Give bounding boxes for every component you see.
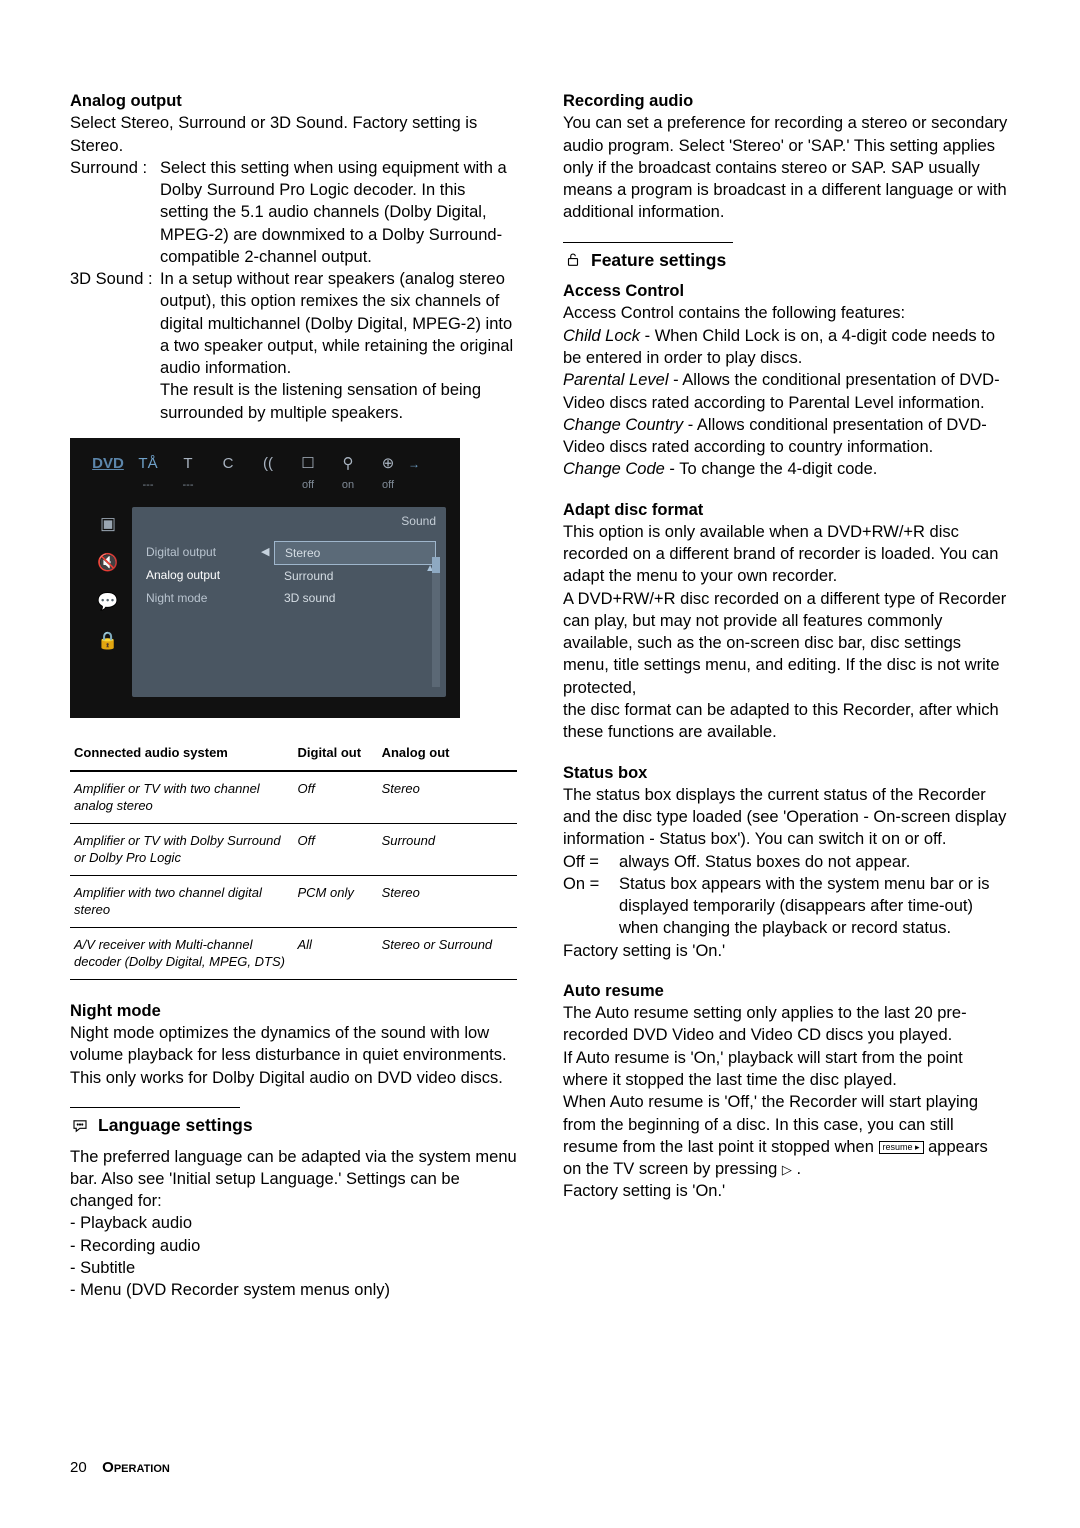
osd-tab: TÅ: [128, 454, 168, 474]
text-recording-audio: You can set a preference for recording a…: [563, 112, 1010, 223]
text-auto-3: When Auto resume is 'Off,' the Recorder …: [563, 1091, 1010, 1180]
heading-recording-audio: Recording audio: [563, 90, 1010, 112]
list-item: Playback audio: [70, 1212, 517, 1234]
section-name: Operation: [102, 1459, 170, 1476]
text-adapt-2: A DVD+RW/+R disc recorded on a different…: [563, 588, 1010, 699]
resume-icon-glyph: resume ▸: [879, 1141, 924, 1154]
osd-option: 3D sound: [274, 587, 436, 609]
sound-icon: 🔇: [97, 552, 118, 575]
picture-icon: ▣: [100, 513, 116, 536]
text-night-mode: Night mode optimizes the dynamics of the…: [70, 1022, 517, 1089]
table-header: Analog out: [378, 736, 517, 771]
heading-auto-resume: Auto resume: [563, 980, 1010, 1002]
label-change-code: Change Code: [563, 460, 665, 478]
heading-access-control: Access Control: [563, 280, 1010, 302]
table-header: Digital out: [294, 736, 378, 771]
osd-menu-item: Digital output: [146, 541, 266, 564]
osd-menu-item-selected: Analog output: [146, 564, 266, 587]
text-auto-1: The Auto resume setting only applies to …: [563, 1002, 1010, 1047]
osd-subtab: on: [328, 478, 368, 493]
osd-option: Surround: [274, 565, 436, 587]
osd-subtab: ---: [128, 478, 168, 493]
lock-icon: 🔒: [97, 630, 118, 653]
text-3dsound-1: In a setup without rear speakers (analog…: [160, 270, 513, 377]
text-status-foot: Factory setting is 'On.': [563, 940, 1010, 962]
section-language-settings: Language settings: [70, 1107, 517, 1138]
label-on: On =: [563, 873, 619, 940]
audio-system-table: Connected audio system Digital out Analo…: [70, 736, 517, 980]
osd-tab: ⊕: [368, 454, 408, 474]
osd-scrollbar: ▲: [432, 557, 440, 687]
label-change-country: Change Country: [563, 416, 683, 434]
osd-subtab: off: [368, 478, 408, 493]
osd-tab: T: [168, 454, 208, 474]
table-row: Amplifier or TV with two channel analog …: [70, 771, 517, 824]
intro-analog-output: Select Stereo, Surround or 3D Sound. Fac…: [70, 112, 517, 157]
table-header: Connected audio system: [70, 736, 294, 771]
label-surround: Surround :: [70, 157, 160, 268]
speech-bubble-icon: [70, 1116, 90, 1136]
table-row: Amplifier or TV with Dolby Surround or D…: [70, 823, 517, 875]
table-row: Amplifier with two channel digital stere…: [70, 875, 517, 927]
osd-tab: C: [208, 454, 248, 474]
text-auto-2: If Auto resume is 'On,' playback will st…: [563, 1047, 1010, 1092]
osd-tab: ☐: [288, 454, 328, 474]
section-feature-settings: Feature settings: [563, 242, 1010, 273]
text-3dsound-2: The result is the listening sensation of…: [160, 381, 481, 421]
page-number: 20: [70, 1458, 98, 1478]
text-adapt-1: This option is only available when a DVD…: [563, 521, 1010, 588]
list-item: Recording audio: [70, 1235, 517, 1257]
osd-menu-item: Night mode: [146, 587, 266, 610]
osd-subtab: off: [288, 478, 328, 493]
heading-analog-output: Analog output: [70, 90, 517, 112]
list-item: Menu (DVD Recorder system menus only): [70, 1279, 517, 1301]
page-footer: 20 Operation: [70, 1458, 1010, 1478]
heading-status-box: Status box: [563, 762, 1010, 784]
heading-language: Language settings: [98, 1114, 253, 1138]
heading-night-mode: Night mode: [70, 1000, 517, 1022]
text-off: always Off. Status boxes do not appear.: [619, 851, 1010, 873]
text-auto-foot: Factory setting is 'On.': [563, 1180, 1010, 1202]
label-child-lock: Child Lock: [563, 327, 640, 345]
label-parental-level: Parental Level: [563, 371, 669, 389]
osd-panel-title: Sound: [401, 513, 436, 529]
text-on: Status box appears with the system menu …: [619, 873, 1010, 940]
language-icon: 💬: [97, 591, 118, 614]
osd-dvd-label: DVD: [88, 454, 128, 474]
text-language-intro: The preferred language can be adapted vi…: [70, 1146, 517, 1213]
table-row: A/V receiver with Multi-channel decoder …: [70, 927, 517, 979]
osd-option-selected: Stereo: [274, 541, 436, 565]
osd-tab: ⚲: [328, 454, 368, 474]
text-surround: Select this setting when using equipment…: [160, 157, 517, 268]
label-3dsound: 3D Sound :: [70, 268, 160, 424]
text-change-code: - To change the 4-digit code.: [665, 460, 878, 478]
text-status-intro: The status box displays the current stat…: [563, 784, 1010, 851]
text-access-intro: Access Control contains the following fe…: [563, 302, 1010, 324]
list-language-items: Playback audio Recording audio Subtitle …: [70, 1212, 517, 1301]
heading-adapt-disc: Adapt disc format: [563, 499, 1010, 521]
osd-subtab: ---: [168, 478, 208, 493]
label-off: Off =: [563, 851, 619, 873]
play-icon-glyph: ▷: [782, 1161, 792, 1179]
list-item: Subtitle: [70, 1257, 517, 1279]
heading-feature: Feature settings: [591, 249, 726, 273]
lock-icon: [563, 250, 583, 270]
osd-tab: ((: [248, 454, 288, 474]
osd-screenshot: DVD TÅ T C (( ☐ ⚲ ⊕ → --- --- off on off: [70, 438, 460, 718]
list-analog-modes: Surround : Select this setting when usin…: [70, 157, 517, 424]
text-adapt-3: the disc format can be adapted to this R…: [563, 699, 1010, 744]
